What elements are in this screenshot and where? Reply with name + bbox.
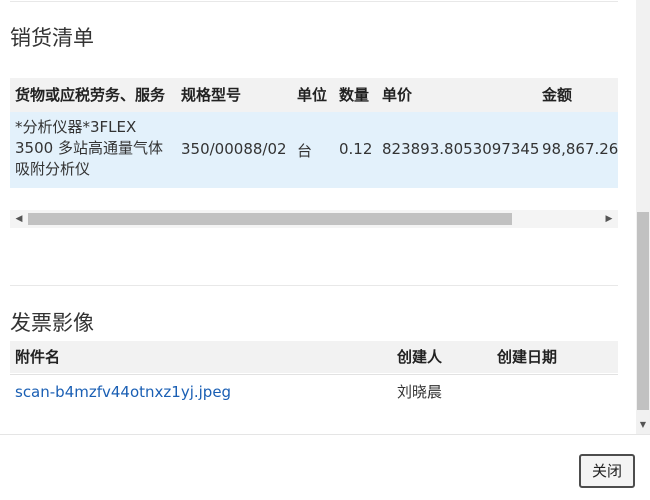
sales-table-header: 货物或应税劳务、服务 规格型号 单位 数量 单价 金额 (10, 78, 618, 112)
table-row[interactable]: *分析仪器*3FLEX 3500 多站高通量气体 吸附分析仪 350/00088… (10, 112, 618, 188)
creator-cell: 刘晓晨 (397, 383, 443, 401)
column-goods: 货物或应税劳务、服务 (15, 86, 166, 104)
goods-name-line: *分析仪器*3FLEX (15, 118, 137, 136)
dialog-footer: 关闭 (0, 434, 650, 500)
close-button[interactable]: 关闭 (579, 454, 635, 488)
sales-section-title: 销货清单 (10, 26, 94, 50)
goods-name-cell: *分析仪器*3FLEX 3500 多站高通量气体 吸附分析仪 (15, 117, 175, 180)
image-section-title: 发票影像 (10, 311, 94, 335)
dialog-content: 销货清单 货物或应税劳务、服务 规格型号 单位 数量 单价 金额 *分析仪器*3… (0, 0, 636, 434)
column-amount: 金额 (542, 86, 573, 104)
vertical-scroll-thumb[interactable] (637, 212, 649, 410)
goods-name-line: 3500 多站高通量气体 (15, 139, 163, 157)
horizontal-scroll-thumb[interactable] (28, 213, 512, 225)
section-divider (10, 285, 618, 286)
column-creator: 创建人 (397, 348, 443, 366)
image-table-header: 附件名 创建人 创建日期 (10, 341, 618, 373)
column-price: 单价 (382, 86, 413, 104)
top-divider (10, 1, 618, 2)
column-unit: 单位 (297, 86, 328, 104)
column-attachment-name: 附件名 (15, 348, 61, 366)
scroll-down-icon[interactable]: ▼ (636, 416, 650, 434)
column-qty: 数量 (339, 86, 370, 104)
column-spec: 规格型号 (181, 86, 242, 104)
goods-name-line: 吸附分析仪 (15, 160, 91, 178)
table-row: scan-b4mzfv44otnxz1yj.jpeg 刘晓晨 (10, 374, 618, 409)
amount-cell: 98,867.26 (542, 140, 619, 158)
attachment-link[interactable]: scan-b4mzfv44otnxz1yj.jpeg (15, 375, 231, 409)
qty-cell: 0.12 (339, 140, 373, 158)
scroll-right-icon[interactable]: ▶ (600, 210, 618, 228)
horizontal-scrollbar[interactable]: ◀ ▶ (10, 210, 618, 228)
price-cell: 823893.8053097345 (382, 140, 540, 158)
sales-table: 货物或应税劳务、服务 规格型号 单位 数量 单价 金额 *分析仪器*3FLEX … (10, 78, 618, 188)
column-created-date: 创建日期 (497, 348, 558, 366)
spec-cell: 350/00088/02 (181, 140, 287, 158)
scroll-left-icon[interactable]: ◀ (10, 210, 28, 228)
unit-cell: 台 (297, 142, 313, 160)
vertical-scrollbar[interactable]: ▼ (636, 0, 650, 434)
